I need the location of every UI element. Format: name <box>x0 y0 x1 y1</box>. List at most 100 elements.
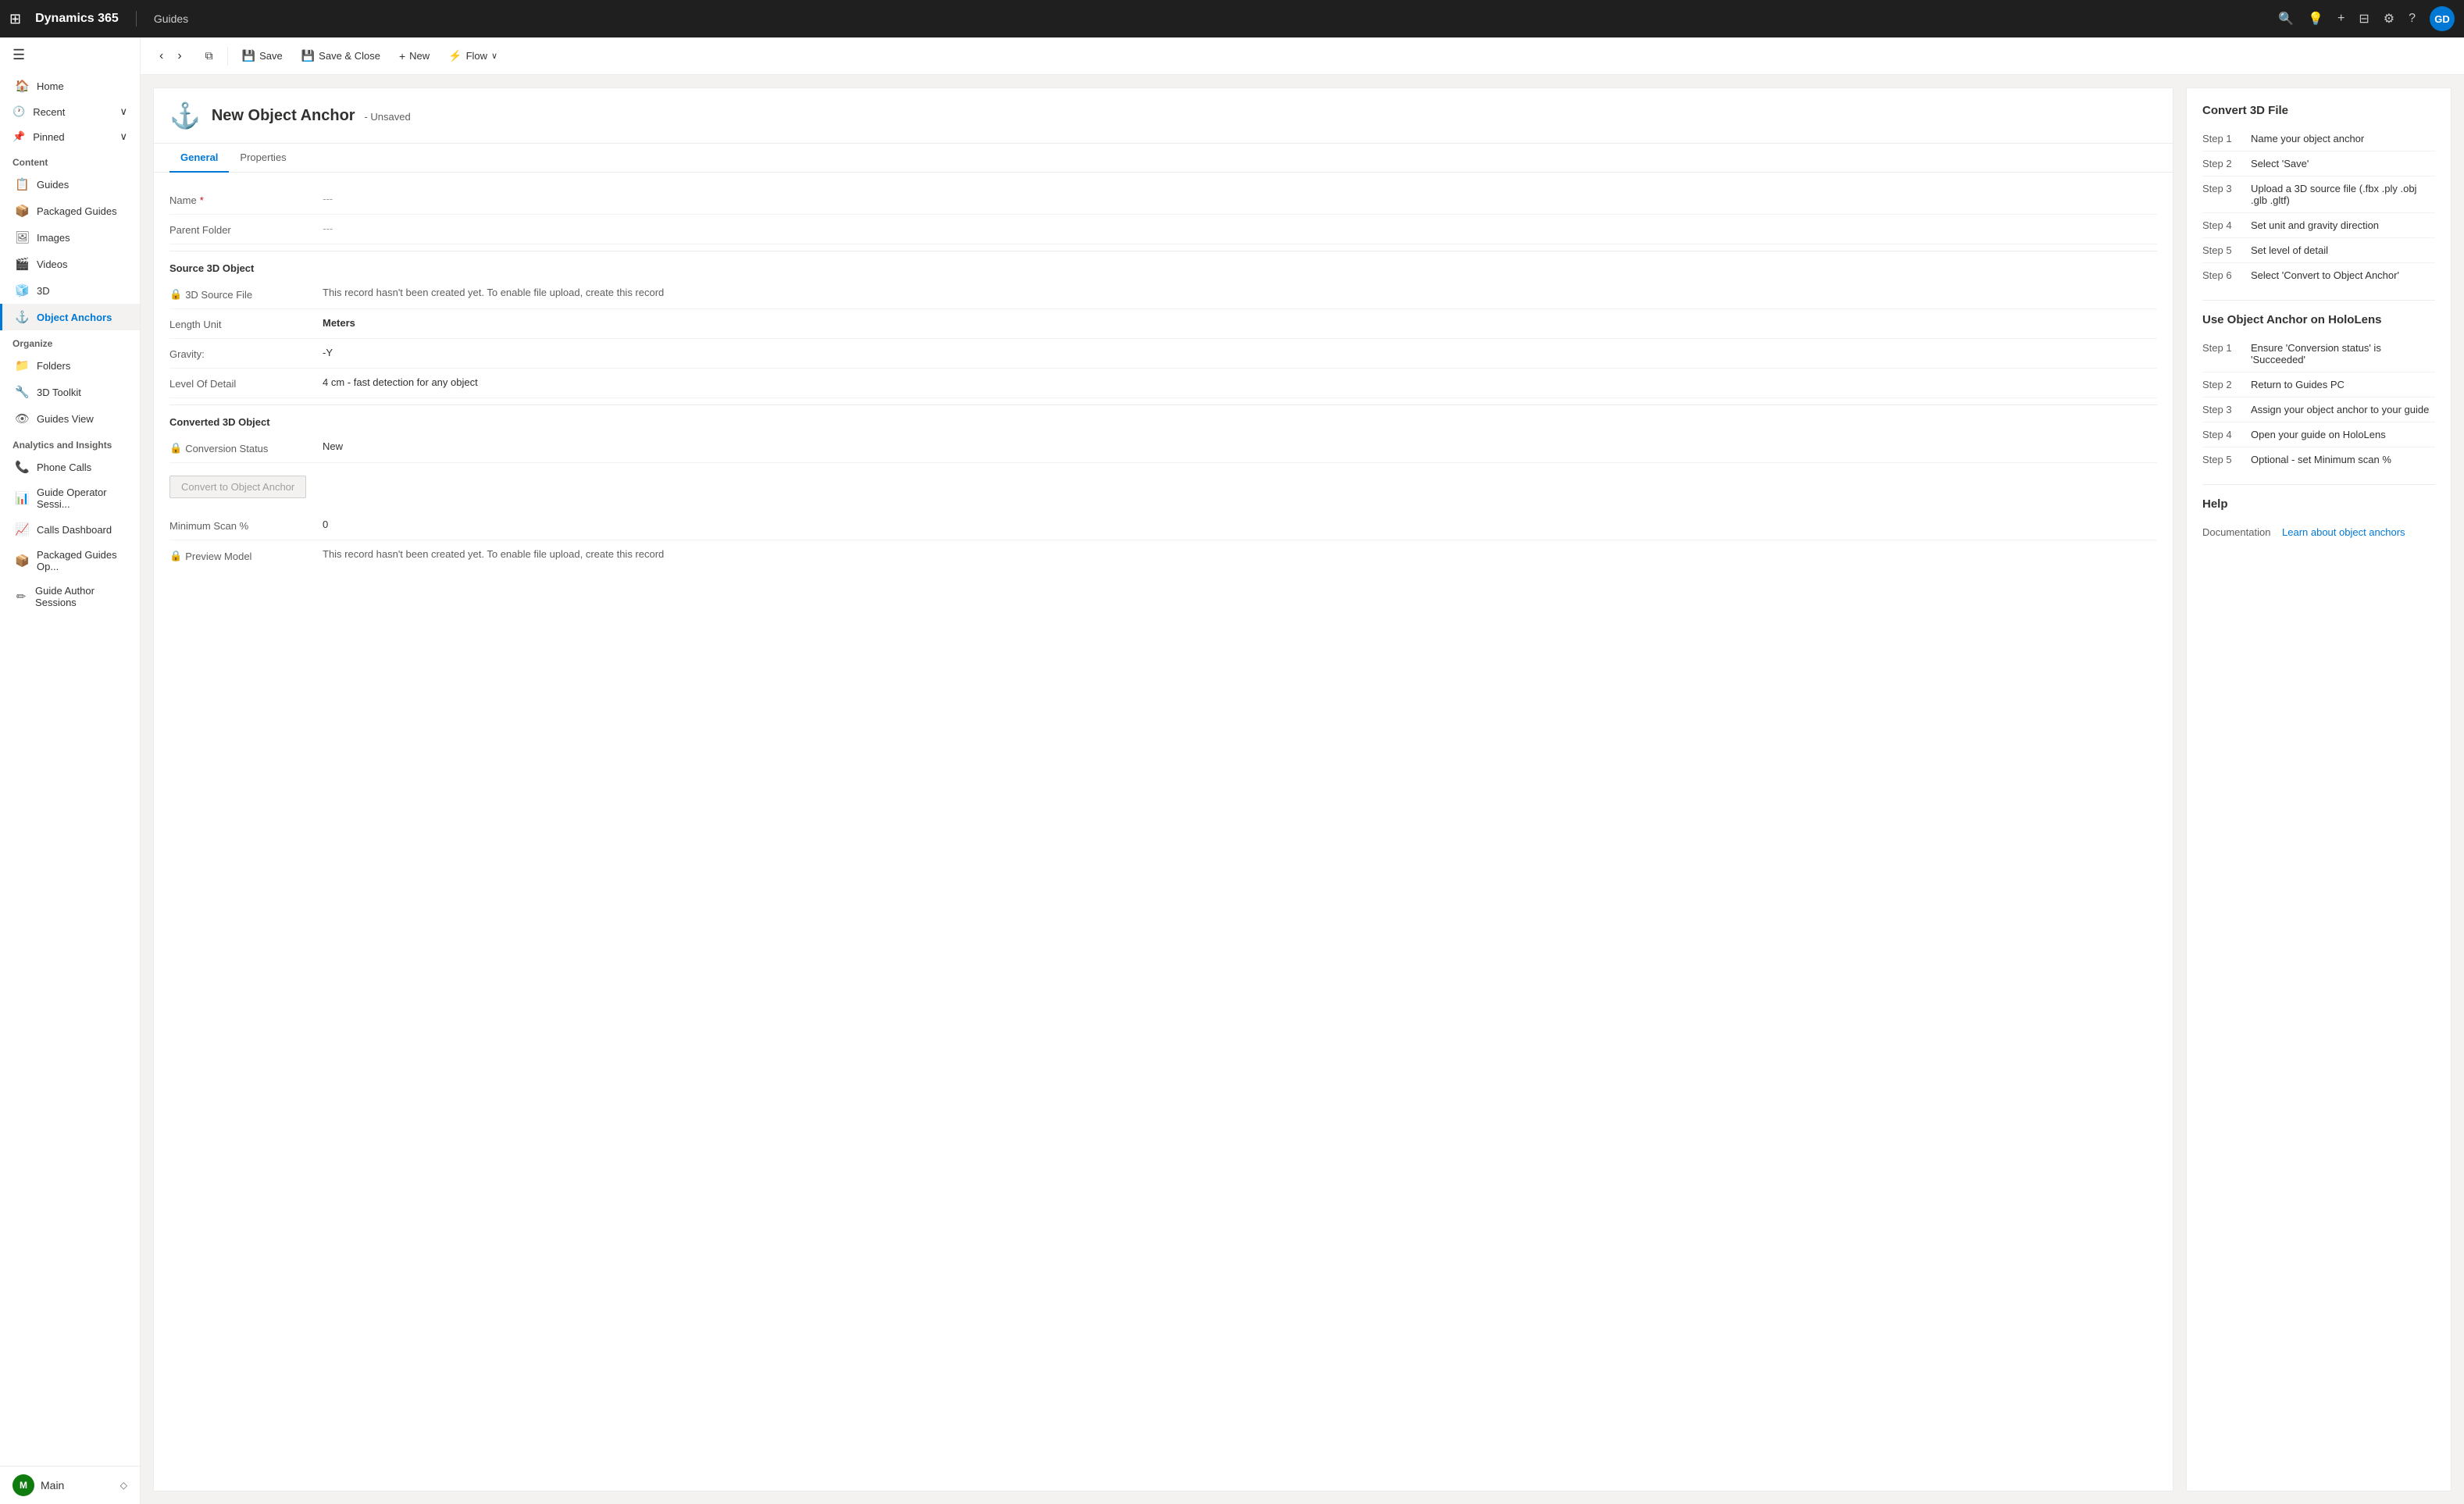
new-window-button[interactable]: ⧉ <box>198 45 221 67</box>
sidebar-item-object-anchors[interactable]: ⚓ Object Anchors <box>0 304 140 330</box>
toolbar-nav: ‹ › <box>153 45 188 68</box>
flow-icon: ⚡ <box>448 49 462 62</box>
home-icon: 🏠 <box>15 79 29 93</box>
form-tabs: General Properties <box>154 144 2173 173</box>
toolbar: ‹ › ⧉ 💾 Save 💾 Save & Close + New ⚡ Flow <box>141 37 2464 75</box>
form-row-name: Name * --- <box>169 185 2157 215</box>
phone-icon: 📞 <box>15 460 29 474</box>
toolbar-separator-1 <box>227 47 228 66</box>
form-row-minimum-scan: Minimum Scan % 0 <box>169 511 2157 540</box>
app-title: Dynamics 365 <box>35 12 119 26</box>
packaged-op-icon: 📦 <box>15 554 29 568</box>
pin-icon: 📌 <box>12 130 25 143</box>
preview-model-label: 🔒 Preview Model <box>169 548 310 562</box>
use-hololens-steps: Step 1 Ensure 'Conversion status' is 'Su… <box>2202 336 2435 472</box>
add-icon[interactable]: + <box>2337 12 2345 26</box>
flow-button[interactable]: ⚡ Flow ∨ <box>440 45 505 67</box>
sidebar-toggle[interactable]: ☰ <box>0 37 140 73</box>
gravity-value[interactable]: -Y <box>323 347 2157 358</box>
save-button[interactable]: 💾 Save <box>234 45 291 67</box>
length-unit-value[interactable]: Meters <box>323 317 2157 329</box>
toolkit-icon: 🔧 <box>15 385 29 399</box>
avatar[interactable]: GD <box>2430 6 2455 31</box>
back-button[interactable]: ‹ <box>153 45 169 68</box>
form-row-length-unit: Length Unit Meters <box>169 309 2157 339</box>
convert-to-object-anchor-button[interactable]: Convert to Object Anchor <box>169 476 306 498</box>
learn-about-object-anchors-link[interactable]: Learn about object anchors <box>2282 526 2405 538</box>
sidebar-item-packaged-guides[interactable]: 📦 Packaged Guides <box>0 198 140 224</box>
sidebar: ☰ 🏠 Home 🕐 Recent ∨ 📌 Pinned ∨ Content 📋… <box>0 37 141 1504</box>
help-title: Help <box>2202 497 2435 511</box>
settings-icon[interactable]: ⚙ <box>2384 11 2394 27</box>
footer-avatar: M <box>12 1474 34 1496</box>
save-icon: 💾 <box>242 49 255 62</box>
footer-label: Main <box>41 1479 64 1492</box>
sidebar-item-videos[interactable]: 🎬 Videos <box>0 251 140 277</box>
lightbulb-icon[interactable]: 💡 <box>2308 11 2323 27</box>
sidebar-item-guide-operator[interactable]: 📊 Guide Operator Sessi... <box>0 480 140 516</box>
lock-icon-1: 🔒 <box>169 288 182 301</box>
tab-general[interactable]: General <box>169 144 229 173</box>
nav-divider <box>136 11 137 27</box>
author-icon: ✏ <box>15 590 27 604</box>
filter-icon[interactable]: ⊟ <box>2359 11 2369 27</box>
form-body: Name * --- Parent Folder --- Source 3D O… <box>154 173 2173 583</box>
save-close-button[interactable]: 💾 Save & Close <box>294 45 388 67</box>
new-record-button[interactable]: + New <box>391 45 437 67</box>
videos-icon: 🎬 <box>15 257 29 271</box>
source-3d-section-header: Source 3D Object <box>169 251 2157 279</box>
sidebar-item-folders[interactable]: 📁 Folders <box>0 352 140 379</box>
help-icon[interactable]: ? <box>2409 12 2416 26</box>
sidebar-footer[interactable]: M Main ◇ <box>0 1466 140 1504</box>
form-header-icon: ⚓ <box>169 101 201 130</box>
tab-properties[interactable]: Properties <box>229 144 297 173</box>
source-file-label: 🔒 3D Source File <box>169 287 310 301</box>
name-required: * <box>200 194 204 206</box>
search-icon[interactable]: 🔍 <box>2278 11 2294 27</box>
use-hololens-title: Use Object Anchor on HoloLens <box>2202 313 2435 326</box>
sidebar-item-packaged-guides-op[interactable]: 📦 Packaged Guides Op... <box>0 543 140 579</box>
sidebar-item-pinned[interactable]: 📌 Pinned ∨ <box>0 124 140 149</box>
conversion-status-label: 🔒 Conversion Status <box>169 440 310 454</box>
section-label: Guides <box>154 12 188 25</box>
parent-folder-value[interactable]: --- <box>323 223 2157 234</box>
name-value[interactable]: --- <box>323 193 2157 205</box>
sidebar-item-3d[interactable]: 🧊 3D <box>0 277 140 304</box>
recent-icon: 🕐 <box>12 105 25 118</box>
sidebar-item-guides-view[interactable]: 👁 Guides View <box>0 405 140 432</box>
images-icon: 🖼 <box>15 230 29 244</box>
organize-section-label: Organize <box>0 330 140 352</box>
hololens-step-5: Step 5 Optional - set Minimum scan % <box>2202 447 2435 472</box>
sidebar-item-guide-author[interactable]: ✏ Guide Author Sessions <box>0 579 140 615</box>
right-panel-separator-2 <box>2202 484 2435 485</box>
sidebar-item-calls-dashboard[interactable]: 📈 Calls Dashboard <box>0 516 140 543</box>
convert-step-1: Step 1 Name your object anchor <box>2202 127 2435 151</box>
gravity-label: Gravity: <box>169 347 310 360</box>
converted-3d-section-header: Converted 3D Object <box>169 405 2157 433</box>
sidebar-item-images[interactable]: 🖼 Images <box>0 224 140 251</box>
top-nav: ⊞ Dynamics 365 Guides 🔍 💡 + ⊟ ⚙ ? GD <box>0 0 2464 37</box>
forward-button[interactable]: › <box>171 45 187 68</box>
convert-3d-steps: Step 1 Name your object anchor Step 2 Se… <box>2202 127 2435 287</box>
sidebar-item-guides[interactable]: 📋 Guides <box>0 171 140 198</box>
convert-step-6: Step 6 Select 'Convert to Object Anchor' <box>2202 263 2435 287</box>
form-panel: ⚓ New Object Anchor - Unsaved General Pr… <box>153 87 2173 1492</box>
new-record-icon: + <box>399 50 405 62</box>
level-of-detail-value[interactable]: 4 cm - fast detection for any object <box>323 376 2157 388</box>
sidebar-item-phone-calls[interactable]: 📞 Phone Calls <box>0 454 140 480</box>
sidebar-item-home[interactable]: 🏠 Home <box>0 73 140 99</box>
content-area: ‹ › ⧉ 💾 Save 💾 Save & Close + New ⚡ Flow <box>141 37 2464 1504</box>
conversion-status-value: New <box>323 440 2157 452</box>
minimum-scan-value[interactable]: 0 <box>323 519 2157 530</box>
form-header: ⚓ New Object Anchor - Unsaved <box>154 88 2173 144</box>
page-content: ⚓ New Object Anchor - Unsaved General Pr… <box>141 75 2464 1504</box>
level-of-detail-label: Level Of Detail <box>169 376 310 390</box>
hololens-step-3: Step 3 Assign your object anchor to your… <box>2202 397 2435 422</box>
new-window-icon: ⧉ <box>205 49 213 62</box>
pinned-chevron-icon: ∨ <box>119 130 127 143</box>
sidebar-item-3d-toolkit[interactable]: 🔧 3D Toolkit <box>0 379 140 405</box>
waffle-icon[interactable]: ⊞ <box>9 11 21 27</box>
content-section-label: Content <box>0 149 140 171</box>
lock-icon-3: 🔒 <box>169 550 182 562</box>
sidebar-item-recent[interactable]: 🕐 Recent ∨ <box>0 99 140 124</box>
